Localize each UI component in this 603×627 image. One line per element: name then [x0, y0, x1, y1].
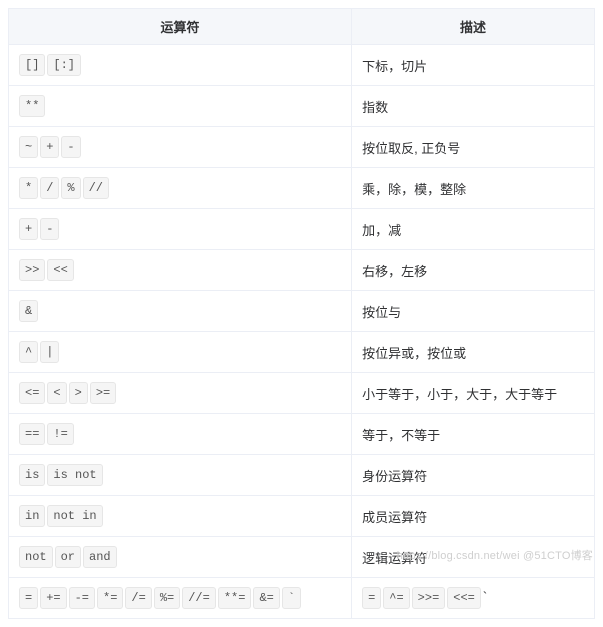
operator-token: //=	[182, 587, 216, 609]
table-row: >><<右移，左移	[9, 250, 595, 291]
description-cell: 等于，不等于	[352, 414, 595, 455]
operator-cell: notorand	[9, 537, 352, 578]
table-row: =+=-=*=/=%=//=**=&=`=^=>>=<<=`	[9, 578, 595, 619]
operator-cell: ~+-	[9, 127, 352, 168]
operator-token: -	[61, 136, 80, 158]
description-cell: 右移，左移	[352, 250, 595, 291]
operator-cell: ==!=	[9, 414, 352, 455]
operator-token: `	[282, 587, 301, 609]
operator-token: and	[83, 546, 117, 568]
operator-token: -	[40, 218, 59, 240]
operator-token: +=	[40, 587, 66, 609]
table-row: [][:]下标，切片	[9, 45, 595, 86]
description-cell: 指数	[352, 86, 595, 127]
operator-token: not	[19, 546, 53, 568]
operator-token: **	[19, 95, 45, 117]
table-row: <=<>>=小于等于，小于，大于，大于等于	[9, 373, 595, 414]
operator-token: []	[19, 54, 45, 76]
description-cell: 小于等于，小于，大于，大于等于	[352, 373, 595, 414]
operator-token: >>=	[412, 587, 446, 609]
operator-token: %=	[154, 587, 180, 609]
operator-token: =	[19, 587, 38, 609]
operator-token: %	[61, 177, 80, 199]
operator-token: &	[19, 300, 38, 322]
operator-token: /=	[125, 587, 151, 609]
table-row: & 按位与	[9, 291, 595, 332]
operator-token: /	[40, 177, 59, 199]
table-row: notorand逻辑运算符	[9, 537, 595, 578]
operator-token: -=	[69, 587, 95, 609]
operator-token: *=	[97, 587, 123, 609]
header-operator: 运算符	[9, 9, 352, 45]
operator-cell: >><<	[9, 250, 352, 291]
operator-token: +	[19, 218, 38, 240]
operator-token: |	[40, 341, 59, 363]
description-cell: =^=>>=<<=`	[352, 578, 595, 619]
operator-token: <	[47, 382, 66, 404]
operator-cell: =+=-=*=/=%=//=**=&=`	[9, 578, 352, 619]
description-cell: 按位取反, 正负号	[352, 127, 595, 168]
operator-token: >	[69, 382, 88, 404]
operator-token: [:]	[47, 54, 81, 76]
operator-token: **=	[218, 587, 252, 609]
operator-cell: ^|	[9, 332, 352, 373]
operator-token: +	[40, 136, 59, 158]
operator-token: ==	[19, 423, 45, 445]
description-cell: 按位与	[352, 291, 595, 332]
table-row: ** 指数	[9, 86, 595, 127]
operator-token: in	[19, 505, 45, 527]
description-cell: 加，减	[352, 209, 595, 250]
operator-token: =	[362, 587, 381, 609]
operator-cell: <=<>>=	[9, 373, 352, 414]
description-cell: 成员运算符	[352, 496, 595, 537]
operator-cell: [][:]	[9, 45, 352, 86]
operator-token: >=	[90, 382, 116, 404]
table-row: innot in成员运算符	[9, 496, 595, 537]
description-cell: 下标，切片	[352, 45, 595, 86]
description-cell: 按位异或，按位或	[352, 332, 595, 373]
header-description: 描述	[352, 9, 595, 45]
operator-token: <<	[47, 259, 73, 281]
operator-cell: isis not	[9, 455, 352, 496]
operator-token: *	[19, 177, 38, 199]
operator-token: //	[83, 177, 109, 199]
description-cell: 乘，除，模，整除	[352, 168, 595, 209]
operator-token: not in	[47, 505, 102, 527]
table-header-row: 运算符 描述	[9, 9, 595, 45]
operator-token: is	[19, 464, 45, 486]
operator-token: <=	[19, 382, 45, 404]
operator-token: or	[55, 546, 81, 568]
operator-cell: */%//	[9, 168, 352, 209]
operator-token: ^=	[383, 587, 409, 609]
description-cell: 身份运算符	[352, 455, 595, 496]
table-row: */%//乘，除，模，整除	[9, 168, 595, 209]
operator-token: <<=	[447, 587, 481, 609]
operator-cell: innot in	[9, 496, 352, 537]
table-row: isis not身份运算符	[9, 455, 595, 496]
operator-token: >>	[19, 259, 45, 281]
description-trail: `	[483, 589, 487, 604]
operator-token: &=	[253, 587, 279, 609]
table-row: ~+-按位取反, 正负号	[9, 127, 595, 168]
operator-token: is not	[47, 464, 102, 486]
operator-token: ~	[19, 136, 38, 158]
operator-cell: &	[9, 291, 352, 332]
operator-token: !=	[47, 423, 73, 445]
operator-cell: **	[9, 86, 352, 127]
table-row: +-加，减	[9, 209, 595, 250]
operator-token: ^	[19, 341, 38, 363]
description-cell: 逻辑运算符	[352, 537, 595, 578]
table-row: ==!=等于，不等于	[9, 414, 595, 455]
operator-cell: +-	[9, 209, 352, 250]
operator-table: 运算符 描述 [][:]下标，切片**指数~+-按位取反, 正负号*/%//乘，…	[8, 8, 595, 619]
table-row: ^|按位异或，按位或	[9, 332, 595, 373]
